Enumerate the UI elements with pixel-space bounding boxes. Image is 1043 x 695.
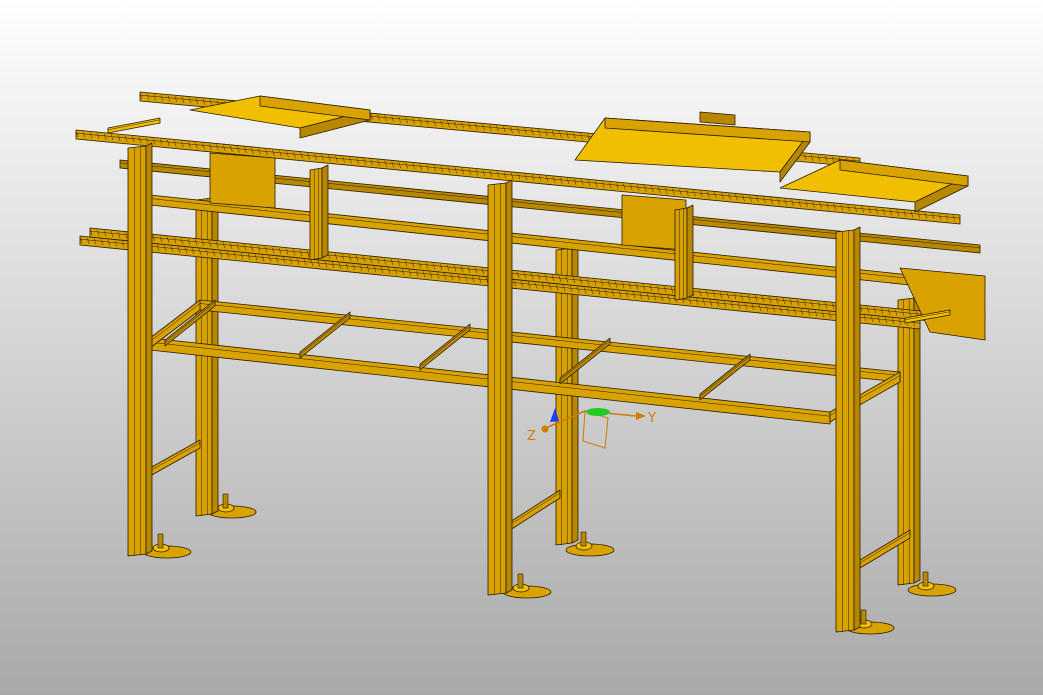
foot-back-left-screw <box>222 493 229 509</box>
front-leg-left-side <box>145 142 153 555</box>
foot-front-right-screw <box>860 609 867 625</box>
front-leg-right <box>835 229 855 633</box>
mount-block-left <box>209 152 276 209</box>
y-axis-label: Y <box>647 411 656 426</box>
foot-front-mid-screw <box>517 573 524 589</box>
foot-back-right-screw <box>922 571 929 587</box>
back-leg-right-side <box>913 294 921 584</box>
post-b-side <box>686 204 694 299</box>
front-leg-right-side <box>853 226 861 631</box>
foot-front-left-screw <box>157 533 164 549</box>
front-leg-mid-side <box>505 179 513 594</box>
post-a <box>309 167 323 261</box>
foot-back-mid-screw <box>580 531 587 547</box>
z-axis-label: Z <box>527 429 536 444</box>
conveyor-frame-model[interactable]: Y Z <box>0 0 1043 695</box>
front-leg-left <box>127 145 147 557</box>
post-b <box>674 207 688 301</box>
front-leg-mid <box>487 182 507 596</box>
post-a-side <box>321 164 329 259</box>
z-axis-arrow-icon <box>541 425 549 433</box>
cad-3d-viewport[interactable]: Y Z <box>0 0 1043 695</box>
drag-handle-icon[interactable] <box>586 408 610 416</box>
